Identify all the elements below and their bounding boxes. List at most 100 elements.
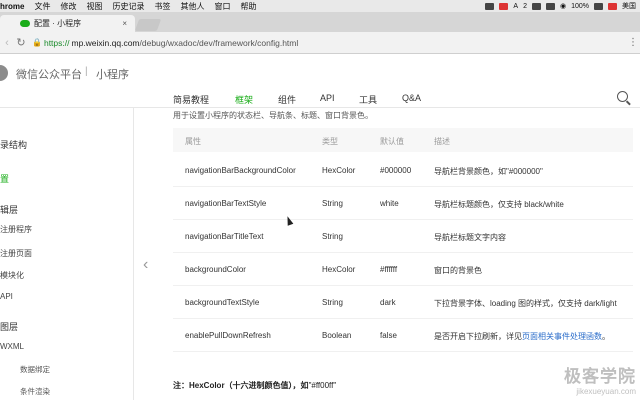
docker-icon[interactable] <box>531 2 541 10</box>
nav-tutorial[interactable]: 简易教程 <box>173 93 209 106</box>
a-status-count: 2 <box>523 2 527 10</box>
back-arrow-icon[interactable]: ‹ <box>0 37 14 49</box>
cell-default: #000000 <box>380 166 412 175</box>
input-source-label[interactable]: 美国 <box>622 1 636 11</box>
col-type: 类型 <box>322 137 338 146</box>
watermark-url: jikexueyuan.com <box>576 387 636 396</box>
cell-property: navigationBarBackgroundColor <box>185 166 296 175</box>
cell-desc-end: 。 <box>602 332 610 341</box>
screen-icon[interactable] <box>485 2 495 10</box>
sidebar-item-conditional-render[interactable]: 条件渲染 <box>20 386 50 397</box>
browser-tab-strip: 配置 · 小程序 × <box>0 12 640 32</box>
nav-tools[interactable]: 工具 <box>359 93 377 106</box>
nav-api[interactable]: API <box>320 93 335 103</box>
cell-default: white <box>380 199 399 208</box>
url-path: /debug/wxadoc/dev/framework/config.html <box>139 37 299 48</box>
new-tab-button[interactable] <box>134 19 162 31</box>
section-intro: 用于设置小程序的状态栏、导航条、标题、窗口背景色。 <box>173 111 373 120</box>
tab-config[interactable]: 配置 · 小程序 × <box>0 15 135 32</box>
menu-history[interactable]: 历史记录 <box>107 1 149 12</box>
table-header: 属性 类型 默认值 描述 <box>173 128 633 152</box>
address-bar: ‹ ↻ 🔒 https:// mp.weixin.qq.com /debug/w… <box>0 32 640 54</box>
tab-title: 配置 · 小程序 <box>34 19 82 28</box>
battery-percent: 100% <box>571 2 589 10</box>
col-desc: 描述 <box>434 137 450 146</box>
tab-close-icon[interactable]: × <box>122 19 127 28</box>
doc-sidebar: 录结构 置 辑层 注册程序 注册页面 模块化 API 图层 WXML 数据绑定 … <box>0 108 134 400</box>
note-label: 注：HexColor（十六进制颜色值），如 <box>173 381 309 390</box>
reload-icon[interactable]: ↻ <box>14 36 28 49</box>
cell-desc: 是否开启下拉刷新，详见页面相关事件处理函数。 <box>434 331 610 342</box>
sidebar-item-wxml[interactable]: WXML <box>0 342 24 351</box>
sidebar-item-register-page[interactable]: 注册页面 <box>0 248 32 259</box>
sidebar-item-data-binding[interactable]: 数据绑定 <box>20 364 50 375</box>
brand-title[interactable]: 微信公众平台 <box>16 66 82 82</box>
watermark: 极客学院 jikexueyuan.com <box>564 362 636 396</box>
cell-desc-text: 是否开启下拉刷新，详见 <box>434 332 522 341</box>
menu-window[interactable]: 窗口 <box>209 1 235 12</box>
url-field[interactable]: 🔒 https:// mp.weixin.qq.com /debug/wxado… <box>32 35 626 51</box>
brand-subtitle[interactable]: 小程序 <box>96 66 129 82</box>
col-default: 默认值 <box>380 137 404 146</box>
menu-bookmarks[interactable]: 书签 <box>149 1 175 12</box>
cell-type: HexColor <box>322 166 356 175</box>
sidebar-item-view-layer[interactable]: 图层 <box>0 320 18 333</box>
menu-file[interactable]: 文件 <box>29 1 55 12</box>
sidebar-item-modules[interactable]: 模块化 <box>0 270 24 281</box>
wechat-logo-icon[interactable] <box>0 65 8 81</box>
record-icon[interactable] <box>499 2 509 10</box>
cell-property: backgroundTextStyle <box>185 298 260 307</box>
hexcolor-note: 注：HexColor（十六进制颜色值），如"#ff00ff" <box>173 380 336 391</box>
col-property: 属性 <box>185 137 201 146</box>
a-status-label[interactable]: A <box>513 3 518 10</box>
sidebar-item-directory[interactable]: 录结构 <box>0 138 27 151</box>
watermark-title: 极客学院 <box>564 367 636 386</box>
cell-type: String <box>322 298 343 307</box>
sidebar-item-config[interactable]: 置 <box>0 172 9 185</box>
cell-desc: 导航栏背景颜色，如"#000000" <box>434 167 543 176</box>
table-row: enablePullDownRefresh Boolean false 是否开启… <box>173 319 633 352</box>
app-menu[interactable]: hrome <box>0 2 29 11</box>
menu-help[interactable]: 帮助 <box>235 1 261 12</box>
brand-separator: | <box>85 66 88 77</box>
cell-default: false <box>380 331 397 340</box>
url-host: mp.weixin.qq.com <box>71 37 140 48</box>
table-row: backgroundTextStyle String dark 下拉背景字体、l… <box>173 286 633 319</box>
wifi-icon[interactable]: ◉ <box>560 2 566 10</box>
cell-default: #ffffff <box>380 265 398 274</box>
cell-type: Boolean <box>322 331 352 340</box>
menu-people[interactable]: 其他人 <box>175 1 209 12</box>
nav-framework[interactable]: 框架 <box>235 93 253 106</box>
cell-property: enablePullDownRefresh <box>185 331 271 340</box>
cell-type: String <box>322 232 343 241</box>
table-row: navigationBarTitleText String 导航栏标题文字内容 <box>173 220 633 253</box>
cell-desc: 导航栏标题颜色，仅支持 black/white <box>434 200 564 209</box>
page-events-link[interactable]: 页面相关事件处理函数 <box>522 332 602 341</box>
cell-desc: 导航栏标题文字内容 <box>434 233 506 242</box>
nav-qa[interactable]: Q&A <box>402 93 421 103</box>
table-row: navigationBarBackgroundColor HexColor #0… <box>173 154 633 187</box>
status-area: A 2 ◉ 100% 美国 <box>485 1 640 11</box>
url-scheme: https:// <box>43 37 70 48</box>
menu-edit[interactable]: 修改 <box>55 1 81 12</box>
note-value: "#ff00ff" <box>308 381 337 390</box>
table-row: navigationBarTextStyle String white 导航栏标… <box>173 187 633 220</box>
sidebar-item-api[interactable]: API <box>0 292 13 301</box>
cell-default: dark <box>380 298 396 307</box>
cloud-icon[interactable] <box>545 2 555 10</box>
menu-view[interactable]: 视图 <box>81 1 107 12</box>
sidebar-item-register-app[interactable]: 注册程序 <box>0 224 32 235</box>
cell-type: HexColor <box>322 265 356 274</box>
doc-top-nav: 简易教程 框架 组件 API 工具 Q&A <box>0 91 640 108</box>
browser-menu-icon[interactable]: ⋮ <box>626 37 640 48</box>
cell-property: backgroundColor <box>185 265 246 274</box>
sidebar-item-logic-layer[interactable]: 辑层 <box>0 203 18 216</box>
prev-page-arrow-icon[interactable]: ‹ <box>143 256 148 274</box>
cell-desc: 下拉背景字体、loading 图的样式，仅支持 dark/light <box>434 299 617 308</box>
battery-icon[interactable] <box>594 2 603 10</box>
cell-type: String <box>322 199 343 208</box>
search-icon[interactable] <box>617 91 628 102</box>
cell-desc: 窗口的背景色 <box>434 266 482 275</box>
wechat-favicon-icon <box>20 20 30 27</box>
nav-components[interactable]: 组件 <box>278 93 296 106</box>
